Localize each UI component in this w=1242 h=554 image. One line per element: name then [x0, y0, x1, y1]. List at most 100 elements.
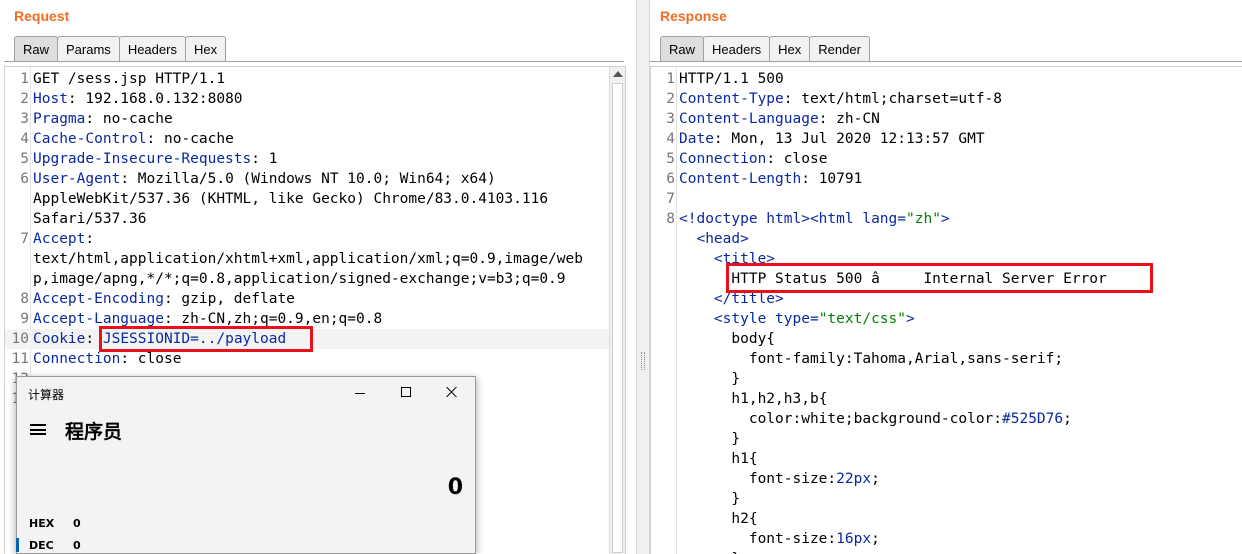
header-value: close	[783, 151, 828, 167]
html-tag-close: >	[940, 211, 950, 227]
close-button[interactable]	[429, 377, 475, 409]
style-tag-open: <style	[713, 311, 776, 327]
response-line: body{	[651, 329, 1242, 349]
dec-row[interactable]: DEC 0	[29, 539, 81, 552]
header-name: Host	[33, 91, 68, 107]
request-line: 10 Cookie: JSESSIONID=../payload	[5, 329, 625, 349]
header-name: Cookie	[33, 331, 86, 347]
html-lang-value: "zh"	[906, 211, 941, 227]
code-text: body{	[731, 331, 776, 347]
request-line-code: text/html,application/xhtml+xml,applicat…	[33, 249, 583, 269]
code-text: font-family:Tahoma,Arial,sans-serif;	[748, 351, 1064, 367]
response-line-code: Date: Mon, 13 Jul 2020 12:13:57 GMT	[679, 129, 985, 149]
header-value: text/html,application/xhtml+xml,applicat…	[33, 251, 583, 267]
code-text: }	[731, 371, 741, 387]
response-tab-underline	[650, 61, 1242, 62]
response-line: 7	[651, 189, 1242, 209]
request-tab-headers[interactable]: Headers	[118, 36, 186, 62]
line-number: 3	[20, 111, 29, 127]
dec-selected-indicator	[16, 538, 19, 552]
style-type-attr: type=	[775, 311, 819, 327]
line-number: 11	[11, 351, 29, 367]
header-value: Safari/537.36	[33, 211, 147, 227]
response-line-code: Connection: close	[679, 149, 827, 169]
request-line: 3 Pragma: no-cache	[5, 109, 625, 129]
response-line: 5 Connection: close	[651, 149, 1242, 169]
header-value: 192.168.0.132:8080	[85, 91, 243, 107]
request-line-code: User-Agent: Mozilla/5.0 (Windows NT 10.0…	[33, 169, 496, 189]
request-line: p,image/apng,*/*;q=0.8,application/signe…	[5, 269, 625, 289]
scroll-thumb[interactable]	[612, 83, 623, 553]
line-number: 9	[20, 311, 29, 327]
request-line: text/html,application/xhtml+xml,applicat…	[5, 249, 625, 269]
header-name: Accept-Encoding	[33, 291, 164, 307]
calculator-display: 0	[447, 475, 463, 500]
response-line-code: }	[679, 549, 740, 554]
request-tab-hex[interactable]: Hex	[184, 36, 227, 62]
scroll-up-icon[interactable]	[613, 71, 623, 77]
response-line: font-family:Tahoma,Arial,sans-serif;	[651, 349, 1242, 369]
html-tag-open: <html	[809, 211, 863, 227]
maximize-button[interactable]	[383, 377, 429, 409]
calculator-window-title: 计算器	[28, 388, 65, 402]
response-line: 3 Content-Language: zh-CN	[651, 109, 1242, 129]
response-tab-raw[interactable]: Raw	[660, 36, 705, 62]
dec-label: DEC	[29, 539, 54, 552]
request-tab-underline	[4, 61, 624, 62]
header-value: Mozilla/5.0 (Windows NT 10.0; Win64; x64…	[137, 171, 496, 187]
response-line: <style type="text/css">	[651, 309, 1242, 329]
request-line-code: p,image/apng,*/*;q=0.8,application/signe…	[33, 269, 566, 289]
header-value: 10791	[818, 171, 863, 187]
code-text: }	[731, 491, 741, 507]
html-lang-attr: lang=	[862, 211, 906, 227]
hex-row[interactable]: HEX 0	[29, 517, 81, 530]
header-value: p,image/apng,*/*;q=0.8,application/signe…	[33, 271, 566, 287]
response-line: 2 Content-Type: text/html;charset=utf-8	[651, 89, 1242, 109]
response-editor[interactable]: 1 HTTP/1.1 500 2 Content-Type: text/html;ch…	[650, 66, 1242, 554]
request-line: 4 Cache-Control: no-cache	[5, 129, 625, 149]
code-text: h1,h2,h3,b{	[731, 391, 828, 407]
pane-divider[interactable]	[636, 0, 650, 554]
response-tab-headers[interactable]: Headers	[703, 36, 771, 62]
hex-label: HEX	[29, 517, 55, 530]
request-lines: 1 GET /sess.jsp HTTP/1.1 2 Host: 192.168.0.…	[5, 69, 625, 409]
response-line: h2{	[651, 509, 1242, 529]
request-line: 9 Accept-Language: zh-CN,zh;q=0.9,en;q=0.…	[5, 309, 625, 329]
request-line-code: Accept:	[33, 229, 94, 249]
close-icon	[446, 386, 458, 398]
response-pane: Response Raw Headers Hex Render 1 HTTP/1.…	[650, 0, 1242, 554]
request-tab-raw[interactable]: Raw	[14, 36, 59, 62]
header-separator: :	[85, 111, 103, 127]
response-line: }	[651, 549, 1242, 554]
request-line: AppleWebKit/537.36 (KHTML, like Gecko) C…	[5, 189, 625, 209]
request-tab-params[interactable]: Params	[57, 36, 120, 62]
calculator-titlebar[interactable]: 计算器	[17, 377, 475, 409]
line-number: 4	[666, 131, 675, 147]
request-scrollbar[interactable]	[609, 67, 625, 554]
css-semicolon: ;	[871, 531, 880, 547]
response-tab-render[interactable]: Render	[809, 36, 870, 62]
html-tag: </title>	[713, 291, 784, 307]
doctype-tag: <!doctype html>	[679, 211, 810, 227]
response-line: 8 <!doctype html><html lang="zh">	[651, 209, 1242, 229]
header-separator: :	[801, 171, 819, 187]
line-number: 7	[20, 231, 29, 247]
hamburger-menu-icon[interactable]	[30, 424, 46, 435]
line-number: 2	[666, 91, 675, 107]
header-name: Content-Language	[679, 111, 819, 127]
header-value: no-cache	[163, 131, 234, 147]
request-line: 7 Accept:	[5, 229, 625, 249]
header-value: gzip, deflate	[181, 291, 295, 307]
divider-grip-icon[interactable]	[641, 352, 645, 370]
request-line-code: Host: 192.168.0.132:8080	[33, 89, 243, 109]
calculator-window[interactable]: 计算器 程序员 0 HEX 0 DEC 0	[16, 376, 476, 554]
minimize-button[interactable]	[337, 377, 383, 409]
css-semicolon: ;	[871, 471, 880, 487]
response-tabs: Raw Headers Hex Render	[660, 36, 870, 62]
header-separator: :	[163, 311, 182, 327]
header-value: AppleWebKit/537.36 (KHTML, like Gecko) C…	[33, 191, 549, 207]
header-separator: :	[67, 91, 86, 107]
response-tab-hex[interactable]: Hex	[769, 36, 811, 62]
response-line-code: Content-Type: text/html;charset=utf-8	[679, 89, 1002, 109]
header-value: close	[137, 351, 182, 367]
